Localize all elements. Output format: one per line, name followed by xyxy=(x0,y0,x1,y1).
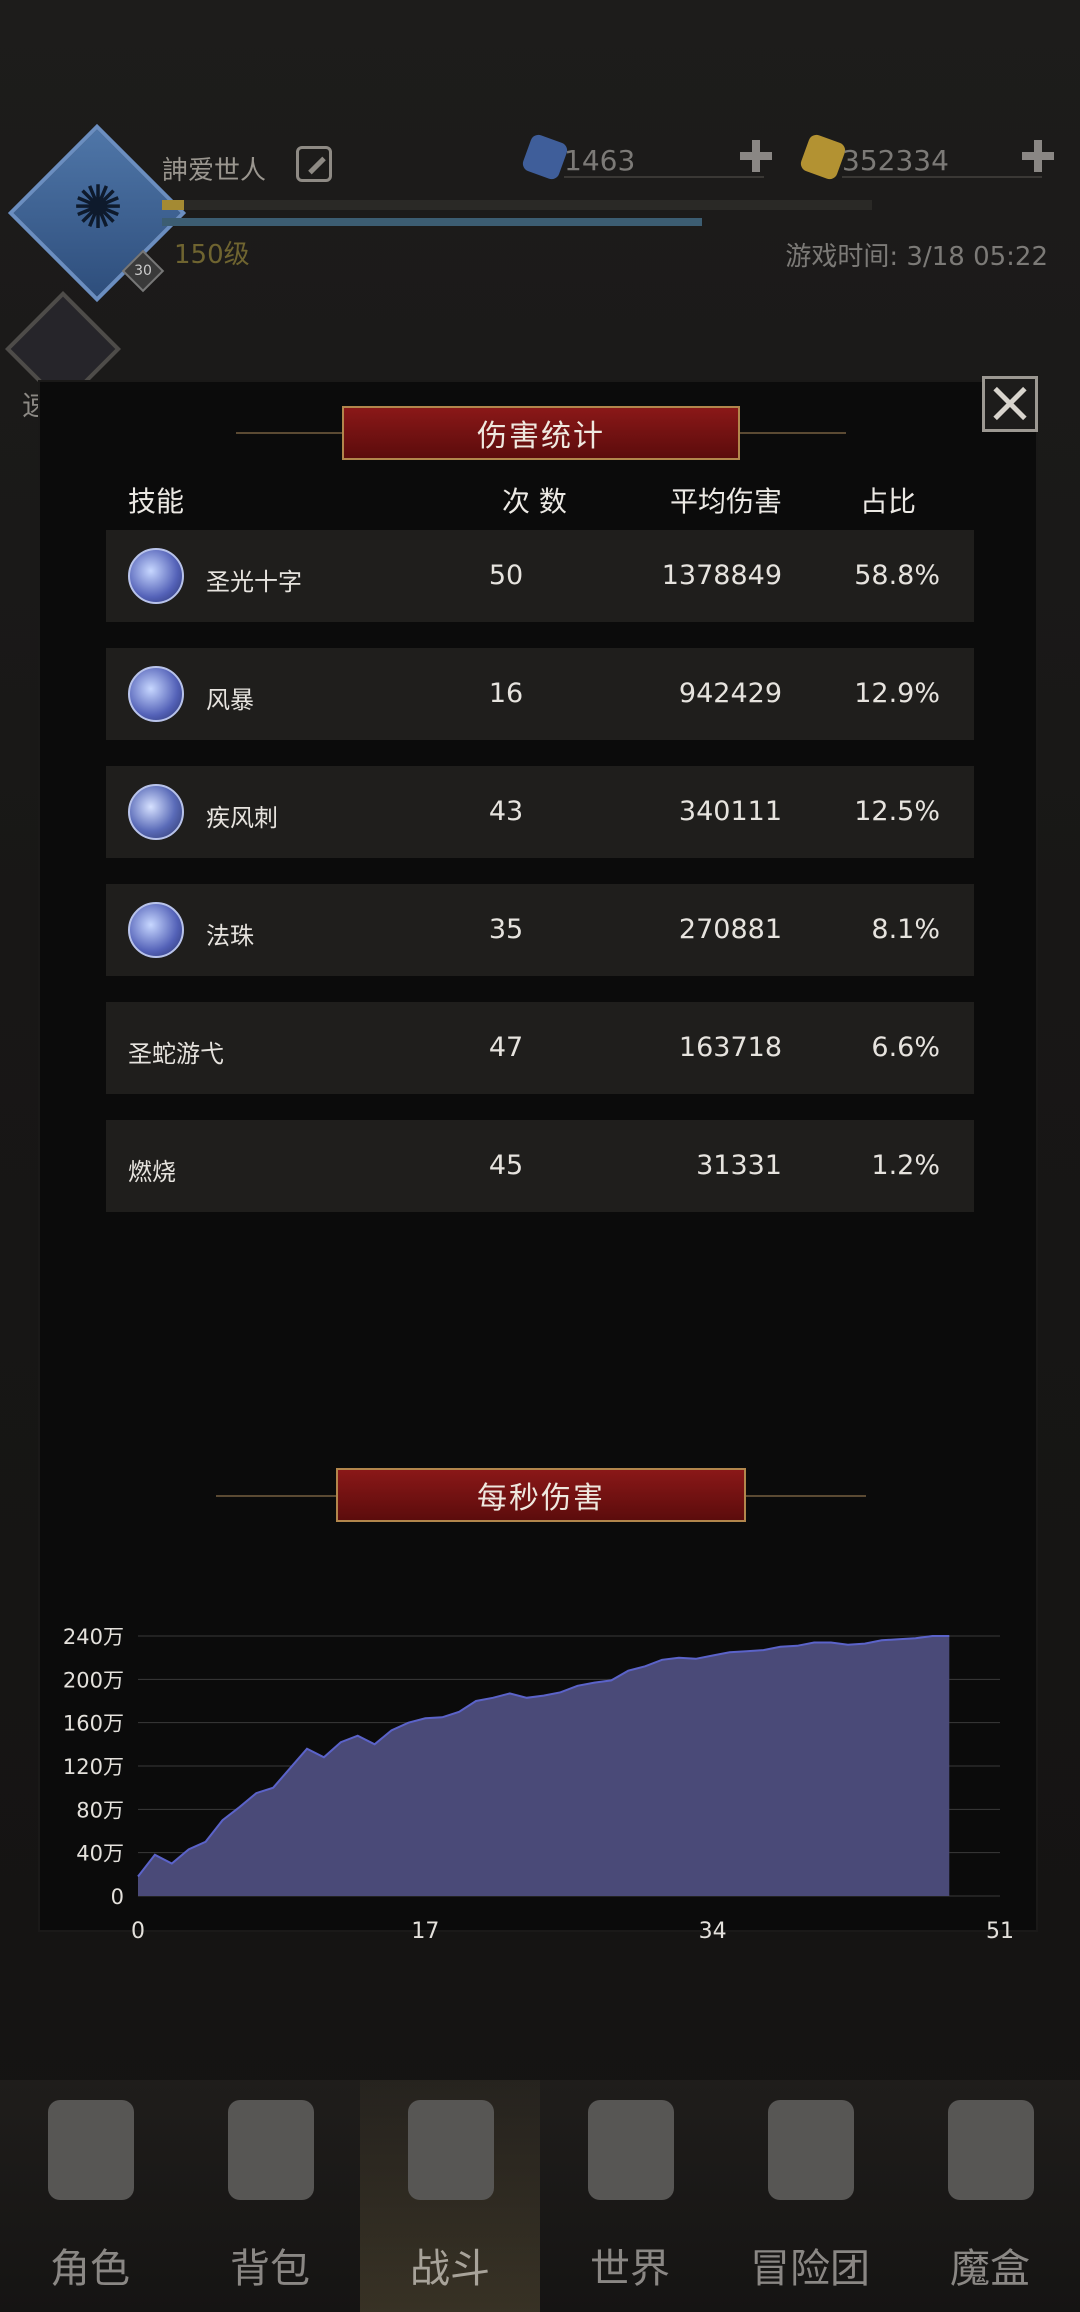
col-header-avg: 平均伤害 xyxy=(670,485,783,518)
helmet-icon xyxy=(48,2100,134,2200)
nav-character[interactable]: 角色 xyxy=(0,2080,180,2312)
backpack-icon xyxy=(228,2100,314,2200)
damage-share: 58.8% xyxy=(854,560,940,591)
table-row[interactable]: 法珠 35 270881 8.1% xyxy=(106,884,974,976)
damage-stats-title-text: 伤害统计 xyxy=(477,419,605,454)
y-tick-label: 0 xyxy=(111,1885,124,1909)
x-tick-label: 51 xyxy=(986,1919,1014,1940)
nav-label: 背包 xyxy=(230,2246,310,2292)
damage-share: 12.5% xyxy=(854,796,940,827)
avg-damage: 163718 xyxy=(678,1032,782,1063)
xp-bar-fill xyxy=(162,200,184,210)
y-tick-label: 40万 xyxy=(76,1842,124,1866)
y-tick-label: 120万 xyxy=(63,1755,124,1779)
hit-count: 35 xyxy=(488,914,524,945)
dps-title: 每秒伤害 xyxy=(336,1468,746,1522)
gold-count: 352334 xyxy=(842,144,949,177)
gold-icon xyxy=(798,132,848,182)
col-header-count: 次 数 xyxy=(502,485,567,518)
avg-damage: 1378849 xyxy=(661,560,782,591)
avg-damage: 31331 xyxy=(696,1150,782,1181)
x-tick-label: 34 xyxy=(699,1919,727,1940)
bottom-nav: 角色 背包 战斗 世界 冒险团 魔盒 xyxy=(0,2080,1080,2312)
dps-chart: 0 40万 80万 120万 160万 200万 240万 0 17 34 51 xyxy=(63,1625,1014,1940)
table-row[interactable]: 燃烧 45 31331 1.2% xyxy=(106,1120,974,1212)
nav-adventure-team[interactable]: 冒险团 xyxy=(720,2080,900,2312)
skill-name: 燃烧 xyxy=(128,1158,176,1186)
avg-damage: 270881 xyxy=(678,914,782,945)
gold-divider xyxy=(842,176,1042,178)
damage-share: 1.2% xyxy=(871,1150,940,1181)
avg-damage: 942429 xyxy=(678,678,782,709)
nav-backpack[interactable]: 背包 xyxy=(180,2080,360,2312)
game-time: 游戏时间: 3/18 05:22 xyxy=(785,242,1048,272)
add-gems-button[interactable] xyxy=(740,140,772,172)
y-tick-label: 200万 xyxy=(63,1668,124,1692)
gem-count: 1463 xyxy=(564,144,636,177)
hit-count: 45 xyxy=(488,1150,524,1181)
damage-share: 8.1% xyxy=(871,914,940,945)
avatar-emblem-icon: ✺ xyxy=(72,173,124,243)
player-level: 150级 xyxy=(174,240,250,270)
holy-cross-icon xyxy=(128,548,184,604)
hit-count: 43 xyxy=(488,796,524,827)
x-axis: 0 17 34 51 xyxy=(131,1919,1014,1940)
nav-magic-box[interactable]: 魔盒 xyxy=(900,2080,1080,2312)
gem-divider xyxy=(564,176,764,178)
skill-name: 法珠 xyxy=(206,922,254,950)
col-header-skill: 技能 xyxy=(128,485,185,518)
avg-damage: 340111 xyxy=(678,796,782,827)
hit-count: 47 xyxy=(488,1032,524,1063)
nav-label: 世界 xyxy=(590,2246,670,2292)
table-row[interactable]: 圣蛇游弋 47 163718 6.6% xyxy=(106,1002,974,1094)
gale-thrust-icon xyxy=(128,784,184,840)
skill-name: 圣蛇游弋 xyxy=(128,1040,224,1068)
skill-name: 风暴 xyxy=(206,686,254,714)
x-tick-label: 0 xyxy=(131,1919,145,1940)
close-button[interactable] xyxy=(982,376,1038,432)
dps-rule-right xyxy=(746,1495,866,1497)
edit-name-icon[interactable] xyxy=(296,146,332,182)
skill-name: 圣光十字 xyxy=(206,568,302,596)
player-header: ✺ 30 訷爱世人 150级 1463 352334 游戏时间: 3/18 05… xyxy=(0,0,1080,303)
xp-bar-track xyxy=(162,200,872,210)
table-row[interactable]: 圣光十字 50 1378849 58.8% xyxy=(106,530,974,622)
castle-icon xyxy=(768,2100,854,2200)
world-map-icon xyxy=(588,2100,674,2200)
nav-label: 冒险团 xyxy=(750,2246,870,2292)
damage-stats-title: 伤害统计 xyxy=(342,406,740,460)
player-name: 訷爱世人 xyxy=(162,156,267,186)
dps-title-text: 每秒伤害 xyxy=(477,1481,605,1516)
y-tick-label: 240万 xyxy=(63,1625,124,1649)
sword-shield-icon xyxy=(408,2100,494,2200)
table-row[interactable]: 疾风刺 43 340111 12.5% xyxy=(106,766,974,858)
nav-label: 战斗 xyxy=(410,2246,490,2292)
magic-box-icon xyxy=(948,2100,1034,2200)
avatar-badge-value: 30 xyxy=(134,263,152,279)
hit-count: 16 xyxy=(488,678,524,709)
nav-world[interactable]: 世界 xyxy=(540,2080,720,2312)
y-tick-label: 160万 xyxy=(63,1712,124,1736)
dps-rule-left xyxy=(216,1495,336,1497)
damage-share: 6.6% xyxy=(871,1032,940,1063)
table-row[interactable]: 风暴 16 942429 12.9% xyxy=(106,648,974,740)
secondary-bar xyxy=(162,218,702,226)
storm-icon xyxy=(128,666,184,722)
banner-rule-right xyxy=(740,432,846,434)
banner-rule-left xyxy=(236,432,342,434)
y-tick-label: 80万 xyxy=(76,1798,124,1822)
skill-name: 疾风刺 xyxy=(206,804,278,832)
col-header-share: 占比 xyxy=(860,485,917,518)
y-axis: 0 40万 80万 120万 160万 200万 240万 xyxy=(63,1625,124,1909)
nav-label: 魔盒 xyxy=(950,2246,1030,2292)
damage-share: 12.9% xyxy=(854,678,940,709)
nav-label: 角色 xyxy=(50,2246,130,2292)
x-tick-label: 17 xyxy=(411,1919,439,1940)
gem-icon xyxy=(520,132,570,182)
nav-battle[interactable]: 战斗 xyxy=(360,2080,540,2312)
add-gold-button[interactable] xyxy=(1022,140,1054,172)
magic-orb-icon xyxy=(128,902,184,958)
hit-count: 50 xyxy=(488,560,524,591)
